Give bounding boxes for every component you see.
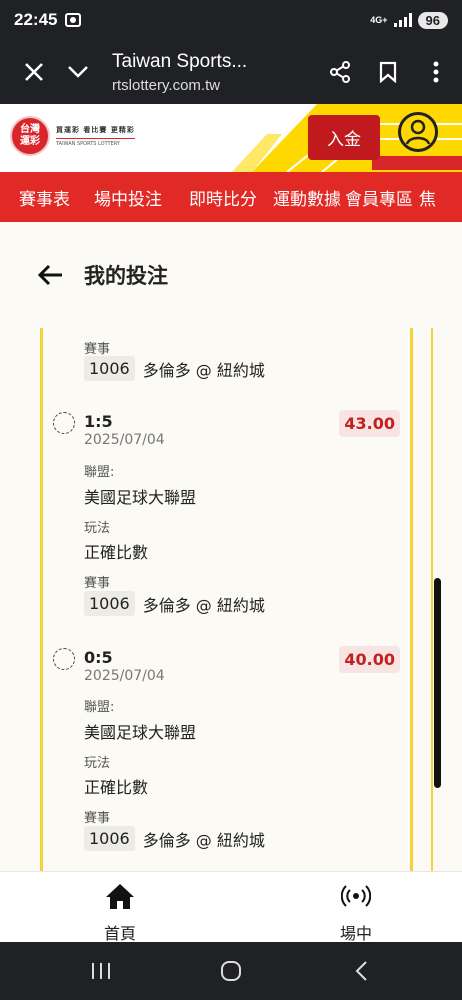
league-label: 聯盟:	[84, 465, 115, 480]
bet-card: 賽事 1006 多倫多 @ 紐約城 1:5 2025/07/04 43.00 聯…	[44, 328, 410, 871]
logo-mark: 台灣 運彩	[10, 116, 50, 156]
page-tab-title: Taiwan Sports...	[112, 50, 248, 72]
logo-tagline: 買運彩 看比賽 更精彩	[56, 126, 135, 134]
main-nav: 賽事表 場中投注 即時比分 運動數據 會員專區 焦	[0, 172, 462, 222]
bookmark-icon[interactable]	[368, 52, 408, 92]
event-id: 1006	[84, 356, 135, 381]
chevron-down-icon[interactable]	[58, 52, 98, 92]
page-title: 我的投注	[84, 264, 168, 288]
bet-odds: 43.00	[339, 410, 400, 437]
event-row: 1006 多倫多 @ 紐約城	[84, 356, 265, 381]
play-value: 正確比數	[84, 778, 149, 797]
bet-date: 2025/07/04	[84, 668, 165, 684]
play-label: 玩法	[84, 521, 111, 536]
nav-item-live-betting[interactable]: 場中投注	[94, 185, 162, 210]
bet-score: 0:5	[84, 648, 113, 667]
event-name: 多倫多 @ 紐約城	[142, 360, 265, 380]
nav-item-schedule[interactable]: 賽事表	[19, 185, 70, 210]
back-arrow-icon[interactable]	[36, 260, 66, 290]
event-label: 賽事	[84, 342, 111, 357]
share-icon[interactable]	[320, 52, 360, 92]
battery-indicator: 96	[417, 11, 448, 29]
recent-apps-icon[interactable]	[86, 956, 116, 986]
signal-icon	[393, 13, 412, 27]
screen-record-icon	[65, 13, 82, 27]
browser-toolbar: Taiwan Sports... rtslottery.com.tw	[0, 40, 462, 104]
site-header: 台灣 運彩 買運彩 看比賽 更精彩 TAIWAN SPORTS LOTTERY 入…	[0, 104, 462, 172]
android-nav-bar	[0, 942, 462, 1000]
more-options-icon[interactable]	[416, 52, 456, 92]
event-name: 多倫多 @ 紐約城	[142, 830, 265, 850]
bet-score: 1:5	[84, 412, 113, 431]
event-row: 1006 多倫多 @ 紐約城	[84, 591, 265, 616]
event-label: 賽事	[84, 576, 111, 591]
status-time: 22:45	[14, 10, 58, 29]
page-url: rtslottery.com.tw	[112, 76, 221, 94]
nav-item-sports-data[interactable]: 運動數據	[273, 185, 341, 210]
nav-item-member-area[interactable]: 會員專區	[345, 185, 413, 210]
live-broadcast-icon	[340, 882, 372, 914]
card-border-right	[410, 328, 413, 871]
logo-english: TAIWAN SPORTS LOTTERY	[56, 138, 135, 147]
nav-item-live-scores[interactable]: 即時比分	[189, 185, 257, 210]
event-id: 1006	[84, 591, 135, 616]
league-value: 美國足球大聯盟	[84, 723, 197, 742]
browser-title-area[interactable]: Taiwan Sports... rtslottery.com.tw	[98, 51, 320, 94]
event-id: 1006	[84, 826, 135, 851]
play-label: 玩法	[84, 756, 111, 771]
scrollbar-thumb[interactable]	[434, 578, 441, 788]
home-circle-icon[interactable]	[216, 956, 246, 986]
tab-home[interactable]: 首頁	[80, 882, 160, 944]
deposit-button[interactable]: 入金	[308, 115, 380, 160]
tab-home-label: 首頁	[103, 924, 136, 943]
status-bar: 22:45 4G+ 96	[0, 0, 462, 40]
event-row: 1006 多倫多 @ 紐約城	[84, 826, 265, 851]
nav-item-truncated[interactable]: 焦	[419, 185, 436, 210]
network-type: 4G+	[370, 14, 388, 25]
event-label: 賽事	[84, 811, 111, 826]
home-icon	[105, 882, 135, 914]
back-nav-icon[interactable]	[346, 956, 376, 986]
bottom-tab-bar: 首頁 場中	[0, 871, 462, 944]
bet-select-radio[interactable]	[53, 412, 75, 434]
close-icon[interactable]	[14, 52, 54, 92]
user-profile-icon[interactable]	[398, 112, 438, 152]
card-border-left	[40, 328, 43, 871]
outer-border-right	[431, 328, 433, 871]
bet-date: 2025/07/04	[84, 432, 165, 448]
league-label: 聯盟:	[84, 700, 115, 715]
tab-live-label: 場中	[339, 924, 372, 943]
page-header: 我的投注	[0, 222, 462, 328]
tab-live[interactable]: 場中	[316, 882, 396, 944]
bet-list[interactable]: 賽事 1006 多倫多 @ 紐約城 1:5 2025/07/04 43.00 聯…	[0, 328, 462, 871]
bet-select-radio[interactable]	[53, 648, 75, 670]
bet-odds: 40.00	[339, 646, 400, 673]
play-value: 正確比數	[84, 543, 149, 562]
league-value: 美國足球大聯盟	[84, 488, 197, 507]
event-name: 多倫多 @ 紐約城	[142, 595, 265, 615]
site-logo[interactable]: 台灣 運彩 買運彩 看比賽 更精彩 TAIWAN SPORTS LOTTERY	[10, 116, 135, 156]
